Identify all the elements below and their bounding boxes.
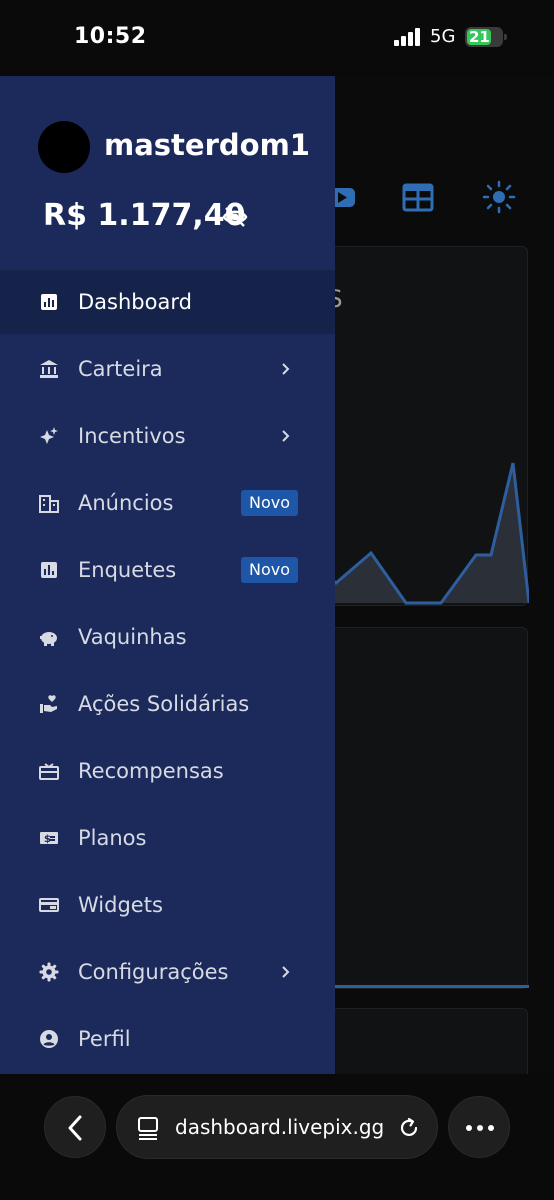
new-badge: Novo: [241, 557, 299, 583]
eye-off-icon[interactable]: [222, 204, 248, 230]
navigation-drawer: masterdom1 R$ 1.177,40 Dashboard Carteir…: [0, 76, 335, 1074]
menu-item-enquetes[interactable]: Enquetes Novo: [0, 538, 335, 602]
menu-label: Recompensas: [78, 759, 224, 783]
svg-text:$: $: [44, 834, 51, 845]
gear-icon: [38, 961, 60, 983]
more-icon: [466, 1125, 494, 1131]
building-icon: [38, 492, 60, 514]
calendar-icon[interactable]: [401, 180, 435, 214]
account-icon: [38, 1028, 60, 1050]
menu-item-dashboard[interactable]: Dashboard: [0, 270, 335, 334]
address-bar[interactable]: dashboard.livepix.gg: [116, 1095, 438, 1159]
menu-label: Dashboard: [78, 290, 192, 314]
poll-icon: [38, 559, 60, 581]
new-badge: Novo: [241, 490, 299, 516]
menu-label: Vaquinhas: [78, 625, 187, 649]
menu-item-carteira[interactable]: Carteira: [0, 337, 335, 401]
menu-item-incentivos[interactable]: Incentivos: [0, 404, 335, 468]
sun-icon[interactable]: [482, 180, 516, 214]
avatar[interactable]: [38, 121, 90, 173]
url-text: dashboard.livepix.gg: [175, 1115, 385, 1139]
menu-label: Widgets: [78, 893, 163, 917]
menu-label: Anúncios: [78, 491, 174, 515]
menu-label: Incentivos: [78, 424, 186, 448]
sparkline-chart: [301, 462, 529, 605]
status-bar: 10:52 5G 21: [0, 0, 554, 76]
dashboard-icon: [38, 291, 60, 313]
menu-item-recompensas[interactable]: Recompensas: [0, 739, 335, 803]
widget-icon: [38, 894, 60, 916]
menu-label: Configurações: [78, 960, 229, 984]
piggy-bank-icon: [38, 626, 60, 648]
signal-icon: [394, 28, 422, 46]
gift-card-icon: [38, 760, 60, 782]
volunteer-icon: [38, 693, 60, 715]
money-icon: $: [38, 827, 60, 849]
bank-icon: [38, 358, 60, 380]
chevron-right-icon: [282, 966, 290, 978]
page-menu-icon[interactable]: [137, 1116, 159, 1140]
back-button[interactable]: [44, 1096, 106, 1158]
sparkles-icon: [38, 425, 60, 447]
more-button[interactable]: [448, 1096, 510, 1158]
balance-amount: R$ 1.177,40: [43, 198, 246, 233]
chevron-left-icon: [68, 1115, 82, 1141]
menu-label: Ações Solidárias: [78, 692, 250, 716]
menu-item-perfil[interactable]: Perfil: [0, 1007, 335, 1071]
menu-item-planos[interactable]: $ Planos: [0, 806, 335, 870]
chevron-right-icon: [282, 430, 290, 442]
menu-item-configuracoes[interactable]: Configurações: [0, 940, 335, 1004]
status-time: 10:52: [74, 24, 147, 49]
chevron-right-icon: [282, 363, 290, 375]
menu-item-acoes-solidarias[interactable]: Ações Solidárias: [0, 672, 335, 736]
menu-label: Planos: [78, 826, 147, 850]
network-label: 5G: [430, 26, 456, 47]
menu-label: Enquetes: [78, 558, 177, 582]
battery-level: 21: [469, 28, 490, 46]
menu-item-widgets[interactable]: Widgets: [0, 873, 335, 937]
menu-item-vaquinhas[interactable]: Vaquinhas: [0, 605, 335, 669]
username: masterdom1: [104, 128, 310, 162]
browser-toolbar: dashboard.livepix.gg: [0, 1074, 554, 1200]
menu-label: Perfil: [78, 1027, 131, 1051]
menu-item-anuncios[interactable]: Anúncios Novo: [0, 471, 335, 535]
battery-icon: 21: [465, 27, 507, 47]
menu-label: Carteira: [78, 357, 163, 381]
reload-icon[interactable]: [397, 1116, 421, 1140]
